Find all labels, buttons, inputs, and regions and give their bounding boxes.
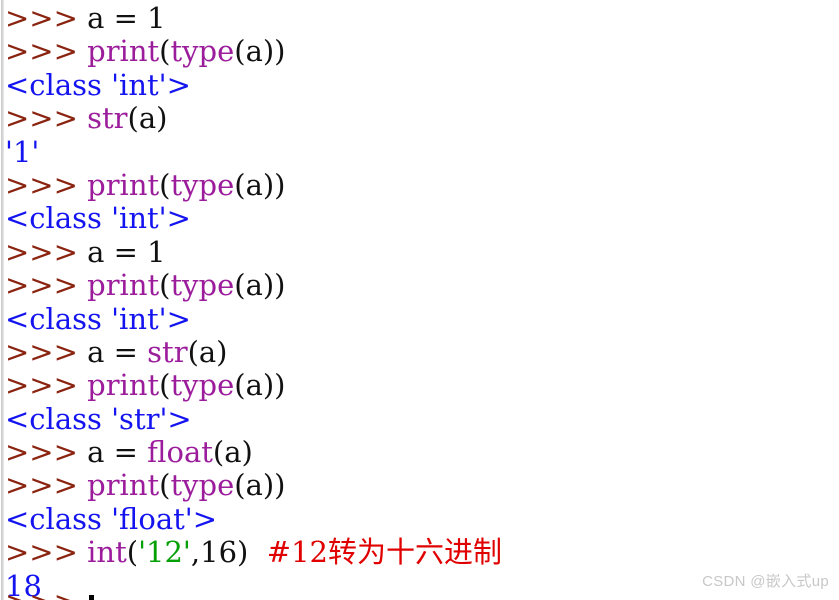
repl-input-line: >>> print(type(a)) (5, 469, 839, 502)
repl-input-line: >>> a = 1 (5, 1, 839, 35)
token-builtin: print (87, 167, 160, 202)
token-output: <class 'float'> (5, 501, 218, 536)
token-prompt: >>> (5, 101, 88, 136)
repl-trailing-prompt-line[interactable]: >>> (5, 586, 95, 600)
window-left-border (1, 0, 4, 600)
token-prompt: >>> (5, 234, 88, 269)
repl-input-line: >>> int('12',16) #12转为十六进制 (5, 536, 839, 569)
token-builtin: str (87, 101, 128, 136)
csdn-watermark: CSDN @嵌入式up (702, 573, 829, 590)
token-builtin: float (147, 435, 213, 470)
token-plain: ( (159, 368, 171, 403)
token-plain: (a)) (234, 368, 286, 403)
token-plain: ( (159, 167, 171, 202)
repl-output-line: '1' (5, 134, 839, 169)
token-plain: ( (159, 468, 171, 503)
repl-output-line: <class 'int'> (5, 301, 839, 336)
repl-input-line: >>> a = 1 (5, 234, 839, 269)
token-prompt: >>> (5, 268, 88, 303)
trailing-prompt-symbol: >>> (5, 586, 87, 600)
token-builtin: type (170, 34, 235, 69)
token-plain: ( (126, 535, 139, 570)
token-prompt: >>> (5, 334, 88, 369)
repl-output-line: <class 'int'> (5, 67, 839, 102)
token-plain: (a) (212, 435, 253, 470)
token-prompt: >>> (5, 468, 88, 503)
repl-input-line: >>> str(a) (5, 101, 839, 136)
token-output: <class 'int'> (5, 67, 191, 102)
token-plain: a = 1 (87, 1, 166, 35)
token-prompt: >>> (5, 435, 88, 470)
token-builtin: print (87, 34, 160, 69)
token-builtin: int (87, 535, 127, 570)
token-builtin: str (147, 334, 188, 369)
token-plain: a = (87, 435, 148, 470)
repl-output-area[interactable]: >>> a = 1 >>> print(type(a)) <class 'int'>… (5, 0, 839, 600)
token-plain: (a)) (234, 167, 286, 202)
token-prompt: >>> (5, 1, 88, 35)
token-builtin: type (170, 368, 235, 403)
token-plain: (a)) (234, 268, 286, 303)
repl-output-line: <class 'str'> (5, 401, 839, 436)
token-prompt: >>> (5, 535, 88, 570)
token-output: <class 'str'> (5, 401, 192, 436)
token-plain: ( (159, 34, 171, 69)
token-builtin: print (87, 368, 160, 403)
token-string: '12' (138, 535, 191, 570)
repl-input-line: >>> print(type(a)) (5, 35, 839, 68)
repl-input-line: >>> print(type(a)) (5, 167, 839, 202)
repl-input-line: >>> print(type(a)) (5, 268, 839, 303)
token-plain: (a) (127, 101, 168, 136)
token-plain: (a)) (234, 468, 286, 503)
token-comment: #12转为十六进制 (266, 535, 502, 570)
token-builtin: type (170, 167, 235, 202)
token-plain: (a) (187, 334, 228, 369)
token-prompt: >>> (5, 167, 88, 202)
repl-output-line: <class 'int'> (5, 202, 839, 235)
token-builtin: print (87, 468, 160, 503)
repl-input-line: >>> a = str(a) (5, 334, 839, 369)
text-caret (89, 595, 95, 600)
python-repl-screen: >>> a = 1 >>> print(type(a)) <class 'int'>… (0, 0, 839, 600)
token-builtin: type (170, 468, 235, 503)
token-plain: a = (87, 334, 148, 369)
token-output: <class 'int'> (5, 301, 191, 336)
repl-input-line: >>> print(type(a)) (5, 369, 839, 402)
token-output: <class 'int'> (5, 201, 191, 236)
token-plain: a = 1 (87, 234, 166, 269)
token-prompt: >>> (5, 34, 88, 69)
token-plain: ( (159, 268, 171, 303)
repl-output-line: <class 'float'> (5, 501, 839, 536)
token-prompt: >>> (5, 368, 88, 403)
token-plain: ,16) (190, 535, 267, 570)
token-builtin: print (87, 268, 160, 303)
token-output: '1' (5, 134, 40, 169)
repl-input-line: >>> a = float(a) (5, 435, 839, 470)
token-plain: (a)) (234, 34, 286, 69)
token-builtin: type (170, 268, 235, 303)
